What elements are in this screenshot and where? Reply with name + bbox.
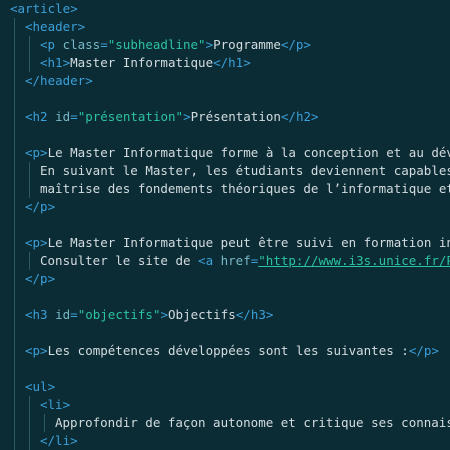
code-token-attr: class [62, 37, 101, 52]
code-line[interactable]: <p class="subheadline">Programme</p> [40, 36, 311, 54]
code-line[interactable]: <header> [25, 18, 85, 36]
code-token-text: Master Informatique [70, 55, 214, 70]
code-token-tag: </li> [40, 433, 78, 448]
code-line[interactable]: <li> [40, 396, 70, 414]
code-token-text: Programme [213, 37, 281, 52]
code-token-tag: <h2 [25, 109, 56, 124]
code-line[interactable]: </header> [25, 72, 93, 90]
code-token-text: En suivant le Master, les étudiants devi… [40, 163, 450, 178]
code-token-tag: </p> [25, 271, 56, 286]
code-token-tag: = [70, 109, 78, 124]
code-line[interactable]: </p> [25, 270, 55, 288]
code-token-str: "présentation" [77, 109, 184, 124]
code-token-tag: <p> [25, 343, 48, 358]
indent-guide [29, 36, 30, 72]
code-token-tag: <p> [25, 235, 48, 250]
code-token-tag: </h1> [213, 55, 251, 70]
code-token-tag: > [160, 307, 169, 322]
code-token-tag: <ul> [25, 379, 56, 394]
code-line[interactable]: <h2 id="présentation">Présentation</h2> [25, 108, 319, 126]
code-line[interactable]: <p>Le Master Informatique forme à la con… [25, 144, 450, 162]
code-token-tag: <p [40, 37, 63, 52]
code-editor[interactable]: <article> <header> <p class="subheadline">… [0, 0, 450, 450]
code-token-str: "http://www.i3s.unice.fr/Phi [258, 253, 450, 268]
indent-guide [29, 162, 30, 198]
code-token-tag: <h1> [40, 55, 71, 70]
code-token-tag: > [183, 109, 191, 124]
code-token-tag: <h3 [25, 307, 56, 322]
code-token-tag: <header> [25, 19, 86, 34]
indent-guide [14, 18, 15, 450]
code-token-str: "subheadline" [107, 37, 206, 52]
code-token-tag: </h2> [280, 109, 319, 124]
code-token-attr: href [220, 253, 251, 268]
code-token-text: maîtrise des fondements théoriques de l’… [40, 181, 450, 196]
code-line[interactable]: <p>Le Master Informatique peut être suiv… [25, 234, 450, 252]
code-token-text: Consulter le site de [40, 253, 199, 268]
code-token-text: Présentation [190, 109, 281, 124]
code-token-text: Les compétences développées sont les sui… [47, 343, 409, 358]
code-token-text: Objectifs [168, 307, 236, 322]
code-token-attr: id [55, 307, 71, 322]
code-line[interactable]: </p> [25, 198, 55, 216]
code-token-text: Le Master Informatique forme à la concep… [47, 145, 450, 160]
code-token-tag: </h3> [235, 307, 274, 322]
code-token-text: Le Master Informatique peut être suivi e… [47, 235, 450, 250]
code-line[interactable]: maîtrise des fondements théoriques de l’… [40, 180, 450, 198]
code-token-str: "objectifs" [77, 307, 161, 322]
code-line[interactable]: <h3 id="objectifs">Objectifs</h3> [25, 306, 273, 324]
code-line[interactable]: </li> [40, 432, 78, 450]
code-token-tag: </p> [280, 37, 311, 52]
code-token-tag: </p> [25, 199, 56, 214]
code-line[interactable]: <article> [10, 0, 78, 18]
indent-guide [29, 396, 30, 450]
code-token-attr: id [55, 109, 71, 124]
code-line[interactable]: En suivant le Master, les étudiants devi… [40, 162, 450, 180]
indent-guide [29, 252, 30, 270]
indent-guide [44, 414, 45, 432]
code-line[interactable]: Approfondir de façon autonome et critiqu… [55, 414, 450, 432]
code-token-text: Approfondir de façon autonome et critiqu… [55, 415, 450, 430]
code-line[interactable]: <ul> [25, 378, 55, 396]
code-token-tag: </header> [25, 73, 93, 88]
code-line[interactable]: <p>Les compétences développées sont les … [25, 342, 439, 360]
code-token-tag: <p> [25, 145, 48, 160]
code-token-tag: <a [198, 253, 221, 268]
code-token-tag: > [205, 37, 214, 52]
code-line[interactable]: <h1>Master Informatique</h1> [40, 54, 251, 72]
code-token-tag: = [100, 37, 108, 52]
code-token-tag: = [70, 307, 78, 322]
code-token-tag: </p> [408, 343, 439, 358]
code-line[interactable]: Consulter le site de <a href="http://www… [40, 252, 450, 270]
code-token-tag: <li> [40, 397, 71, 412]
code-token-tag: <article> [10, 1, 78, 16]
